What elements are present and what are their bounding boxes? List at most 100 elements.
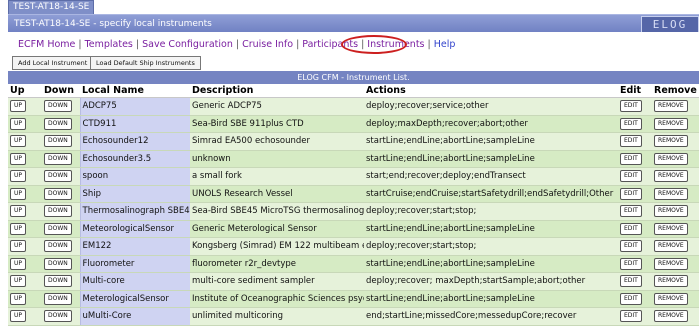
edit-cell: EDIT	[618, 185, 652, 203]
table-header-row: Up Down Local Name Description Actions E…	[8, 84, 699, 98]
down-button[interactable]: DOWN	[44, 240, 72, 253]
edit-button[interactable]: EDIT	[620, 310, 642, 323]
down-button[interactable]: DOWN	[44, 170, 72, 183]
edit-cell: EDIT	[618, 132, 652, 151]
edit-button[interactable]: EDIT	[620, 205, 642, 218]
description: multi-core sediment sampler	[190, 272, 364, 291]
up-button[interactable]: UP	[10, 222, 27, 235]
down-button[interactable]: DOWN	[44, 310, 72, 323]
table-row: UP DOWN CTD911 Sea-Bird SBE 911plus CTD depl…	[8, 115, 699, 133]
add-local-instrument-button[interactable]: Add Local Instrument	[12, 56, 94, 70]
local-name: MeteorologicalSensor	[79, 220, 190, 238]
down-button[interactable]: DOWN	[44, 117, 72, 130]
up-button[interactable]: UP	[10, 275, 27, 288]
down-button[interactable]: DOWN	[44, 100, 72, 113]
up-cell: UP	[8, 237, 42, 256]
nav-save-configuration[interactable]: Save Configuration	[142, 39, 233, 50]
actions: startLine;endLine;abortLine;sampleLine	[364, 290, 618, 308]
nav-ecfm-home[interactable]: ECFM Home	[18, 39, 75, 50]
local-name: Fluorometer	[79, 255, 190, 273]
local-name: MeterologicalSensor	[79, 290, 190, 308]
up-button[interactable]: UP	[10, 152, 27, 165]
edit-button[interactable]: EDIT	[620, 240, 642, 253]
up-button[interactable]: UP	[10, 310, 27, 323]
description: a small fork	[190, 167, 364, 186]
actions: deploy;maxDepth;recover;abort;other	[364, 115, 618, 133]
load-default-ship-instruments-button[interactable]: Load Default Ship Instruments	[90, 56, 201, 70]
toolbar: Add Local Instrument Load Default Ship I…	[8, 56, 699, 70]
local-name: ADCP75	[79, 97, 190, 116]
description: Simrad EA500 echosounder	[190, 132, 364, 151]
edit-button[interactable]: EDIT	[620, 135, 642, 148]
remove-button[interactable]: REMOVE	[654, 100, 688, 113]
remove-button[interactable]: REMOVE	[654, 257, 688, 270]
down-cell: DOWN	[42, 237, 80, 256]
table-row: UP DOWN MeterologicalSensor Institute of Oc…	[8, 290, 699, 308]
local-name: Multi-core	[79, 272, 190, 291]
local-name: Echosounder3.5	[79, 150, 190, 168]
remove-button[interactable]: REMOVE	[654, 310, 688, 323]
remove-button[interactable]: REMOVE	[654, 187, 688, 200]
remove-button[interactable]: REMOVE	[654, 135, 688, 148]
edit-button[interactable]: EDIT	[620, 275, 642, 288]
actions: deploy;recover;service;other	[364, 97, 618, 116]
up-button[interactable]: UP	[10, 257, 27, 270]
down-button[interactable]: DOWN	[44, 292, 72, 305]
down-cell: DOWN	[42, 132, 80, 151]
edit-button[interactable]: EDIT	[620, 152, 642, 165]
nav-separator: |	[235, 39, 240, 50]
remove-button[interactable]: REMOVE	[654, 117, 688, 130]
edit-button[interactable]: EDIT	[620, 222, 642, 235]
up-button[interactable]: UP	[10, 292, 27, 305]
edit-button[interactable]: EDIT	[620, 170, 642, 183]
description: Generic ADCP75	[190, 97, 364, 116]
nav-templates[interactable]: Templates	[85, 39, 133, 50]
down-cell: DOWN	[42, 97, 80, 116]
up-button[interactable]: UP	[10, 135, 27, 148]
up-button[interactable]: UP	[10, 187, 27, 200]
remove-cell: REMOVE	[652, 150, 699, 168]
up-cell: UP	[8, 185, 42, 203]
down-cell: DOWN	[42, 290, 80, 308]
remove-button[interactable]: REMOVE	[654, 170, 688, 183]
edit-button[interactable]: EDIT	[620, 257, 642, 270]
elog-logo: ELOG	[641, 16, 699, 33]
down-cell: DOWN	[42, 150, 80, 168]
down-button[interactable]: DOWN	[44, 135, 72, 148]
up-button[interactable]: UP	[10, 170, 27, 183]
actions: startCruise;endCruise;startSafetydrill;e…	[364, 185, 618, 203]
up-button[interactable]: UP	[10, 100, 27, 113]
down-button[interactable]: DOWN	[44, 152, 72, 165]
down-button[interactable]: DOWN	[44, 257, 72, 270]
table-body: UP DOWN ADCP75 Generic ADCP75 deploy;recover…	[8, 97, 699, 326]
remove-button[interactable]: REMOVE	[654, 222, 688, 235]
window-tab[interactable]: TEST-AT18-14-SE	[8, 0, 95, 14]
down-button[interactable]: DOWN	[44, 222, 72, 235]
up-button[interactable]: UP	[10, 240, 27, 253]
up-button[interactable]: UP	[10, 205, 27, 218]
nav-help[interactable]: Help	[434, 39, 456, 50]
header-local-name: Local Name	[80, 84, 190, 98]
down-button[interactable]: DOWN	[44, 205, 72, 218]
local-name: EM122	[79, 237, 190, 256]
down-button[interactable]: DOWN	[44, 187, 72, 200]
nav-cruise-info[interactable]: Cruise Info	[242, 39, 293, 50]
remove-button[interactable]: REMOVE	[654, 152, 688, 165]
table-row: UP DOWN Echosounder12 Simrad EA500 echosoun…	[8, 132, 699, 151]
remove-button[interactable]: REMOVE	[654, 205, 688, 218]
down-cell: DOWN	[42, 255, 80, 273]
edit-button[interactable]: EDIT	[620, 187, 642, 200]
edit-button[interactable]: EDIT	[620, 117, 642, 130]
local-name: Ship	[79, 185, 190, 203]
remove-cell: REMOVE	[652, 237, 699, 256]
edit-button[interactable]: EDIT	[620, 292, 642, 305]
edit-button[interactable]: EDIT	[620, 100, 642, 113]
local-name: Echosounder12	[79, 132, 190, 151]
down-button[interactable]: DOWN	[44, 275, 72, 288]
remove-button[interactable]: REMOVE	[654, 292, 688, 305]
up-cell: UP	[8, 150, 42, 168]
remove-button[interactable]: REMOVE	[654, 240, 688, 253]
actions: deploy;recover; maxDepth;startSample;abo…	[364, 272, 618, 291]
remove-button[interactable]: REMOVE	[654, 275, 688, 288]
up-button[interactable]: UP	[10, 117, 27, 130]
